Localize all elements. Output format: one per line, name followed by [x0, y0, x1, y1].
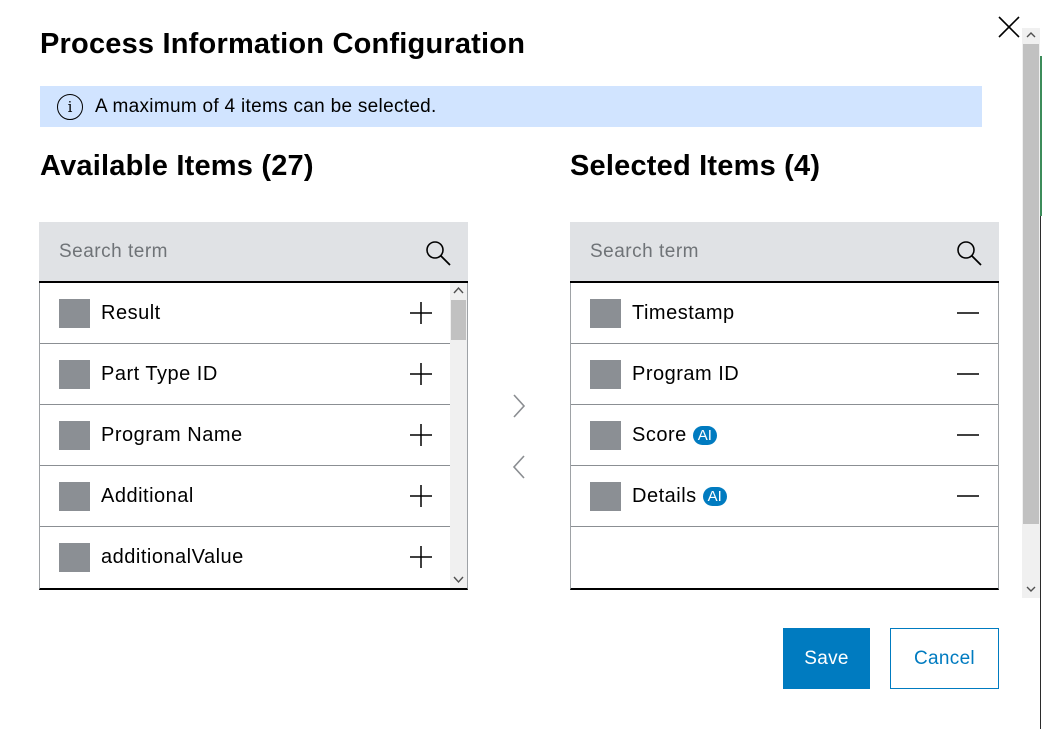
- available-items-heading: Available Items (27): [40, 150, 314, 182]
- search-icon[interactable]: [955, 239, 983, 267]
- available-search-input[interactable]: [39, 240, 399, 263]
- minus-icon[interactable]: [956, 301, 980, 325]
- ai-badge: AI: [692, 425, 717, 445]
- dialog-title: Process Information Configuration: [40, 28, 526, 60]
- item-color-swatch: [59, 543, 90, 572]
- available-item-label: Part Type ID: [101, 362, 218, 385]
- notice-text: A maximum of 4 items can be selected.: [95, 95, 437, 117]
- scroll-up-icon[interactable]: [1026, 31, 1036, 39]
- available-items-panel: Result Part Type ID Program Name Additio…: [39, 222, 468, 590]
- selected-item-label: Program ID: [632, 362, 740, 385]
- search-icon[interactable]: [424, 239, 452, 267]
- selected-item-row: Timestamp: [571, 283, 998, 344]
- available-item-label: additionalValue: [101, 546, 244, 568]
- available-items-list: Result Part Type ID Program Name Additio…: [39, 283, 468, 590]
- info-icon: i: [57, 93, 83, 120]
- plus-icon[interactable]: [409, 423, 433, 447]
- close-icon: [998, 16, 1020, 38]
- chevron-right-icon: [513, 394, 526, 418]
- selected-item-label: Details: [632, 484, 697, 507]
- plus-icon[interactable]: [409, 545, 433, 569]
- cancel-button[interactable]: Cancel: [890, 628, 999, 689]
- scroll-thumb[interactable]: [451, 300, 466, 340]
- move-left-button[interactable]: [508, 453, 530, 481]
- page-scrollbar[interactable]: [1022, 28, 1040, 598]
- chevron-left-icon: [512, 455, 525, 479]
- move-right-button[interactable]: [508, 392, 530, 420]
- selected-item-row: Program ID: [571, 344, 998, 405]
- scroll-down-icon[interactable]: [1026, 585, 1036, 593]
- selected-item-row: Score AI: [571, 405, 998, 466]
- item-color-swatch: [590, 298, 621, 328]
- selected-items-heading: Selected Items (4): [570, 150, 821, 182]
- scroll-up-icon[interactable]: [453, 286, 464, 296]
- available-item-row: Result: [40, 283, 451, 344]
- page-scroll-thumb[interactable]: [1023, 44, 1039, 524]
- minus-icon[interactable]: [956, 423, 980, 447]
- close-button[interactable]: [996, 14, 1022, 40]
- selected-item-label: Timestamp: [632, 301, 735, 324]
- available-item-row: Program Name: [40, 405, 451, 466]
- save-button[interactable]: Save: [783, 628, 870, 689]
- available-item-row: Additional: [40, 466, 451, 527]
- available-search-bar: [39, 222, 468, 283]
- item-color-swatch: [590, 420, 621, 450]
- plus-icon[interactable]: [409, 484, 433, 508]
- available-item-label: Program Name: [101, 423, 243, 446]
- item-color-swatch: [590, 359, 621, 389]
- ai-badge: AI: [702, 486, 727, 506]
- available-item-label: Additional: [101, 484, 194, 507]
- available-item-row: Part Type ID: [40, 344, 451, 405]
- selected-items-list: Timestamp Program ID Score AI Details AI: [570, 283, 999, 590]
- item-color-swatch: [59, 359, 90, 389]
- item-color-swatch: [59, 481, 90, 511]
- scroll-down-icon[interactable]: [453, 574, 464, 584]
- selected-search-input[interactable]: [570, 240, 930, 263]
- item-color-swatch: [590, 481, 621, 511]
- selected-items-panel: Timestamp Program ID Score AI Details AI: [570, 222, 999, 590]
- selected-item-label: Score: [632, 423, 687, 446]
- plus-icon[interactable]: [409, 301, 433, 325]
- max-items-notice: i A maximum of 4 items can be selected.: [40, 86, 982, 127]
- item-color-swatch: [59, 420, 90, 450]
- plus-icon[interactable]: [409, 362, 433, 386]
- selected-item-row: Details AI: [571, 466, 998, 527]
- background-edge-line: [1040, 216, 1041, 729]
- selected-search-bar: [570, 222, 999, 283]
- item-color-swatch: [59, 298, 90, 328]
- available-list-scrollbar[interactable]: [450, 283, 467, 588]
- minus-icon[interactable]: [956, 484, 980, 508]
- available-item-label: Result: [101, 301, 161, 324]
- available-item-row: additionalValue: [40, 527, 451, 588]
- minus-icon[interactable]: [956, 362, 980, 386]
- process-info-dialog: Process Information Configuration i A ma…: [0, 0, 1042, 729]
